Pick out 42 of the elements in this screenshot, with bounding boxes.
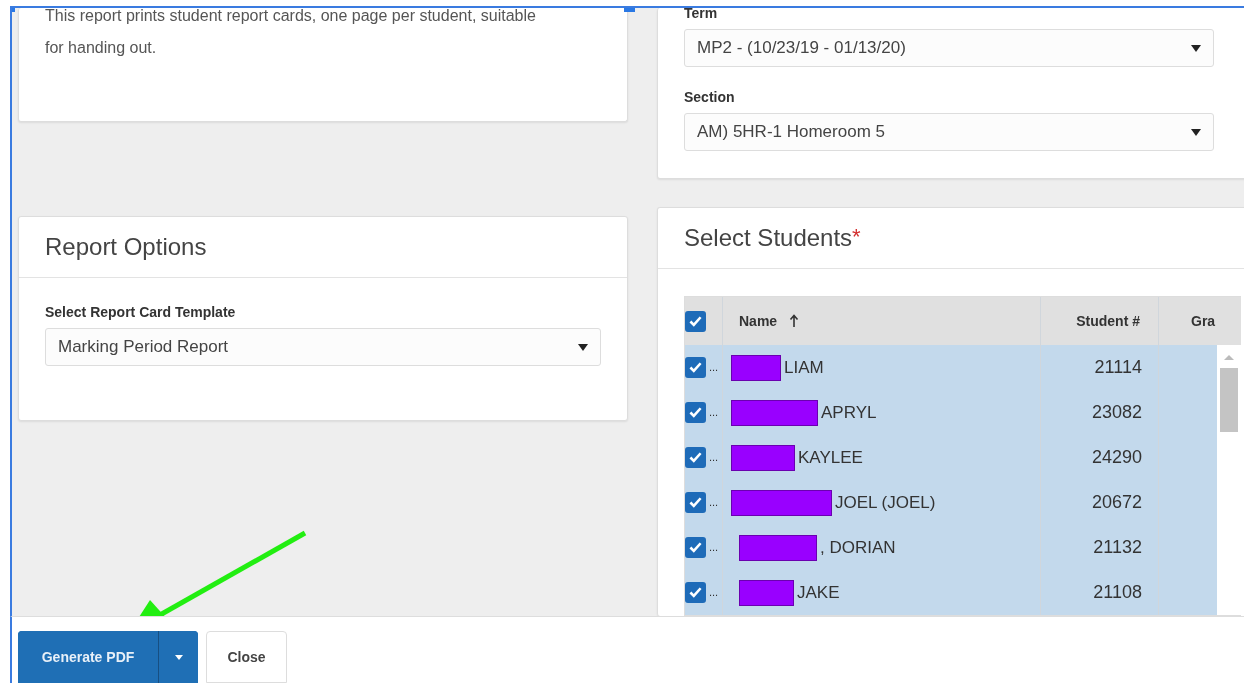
checkbox[interactable]	[685, 582, 706, 603]
truncated-cell: ...	[709, 452, 719, 463]
card-title: Select Students	[684, 224, 853, 252]
field-label: Term	[684, 8, 719, 21]
description-text: This report prints student report cards, one page per student, suitable for handing out.	[45, 8, 537, 58]
student-number: 21108	[1093, 582, 1142, 603]
close-button[interactable]: Close	[206, 631, 287, 683]
student-name: JOEL (JOEL)	[835, 492, 936, 513]
student-number: 23082	[1091, 402, 1142, 423]
student-number: 21114	[1094, 357, 1142, 378]
checkbox[interactable]	[685, 492, 706, 513]
template-dropdown[interactable]: Marking Period Report	[45, 328, 601, 366]
caret-icon	[1191, 128, 1201, 136]
checkbox[interactable]	[685, 357, 706, 378]
student-number: 21132	[1093, 537, 1142, 558]
required-mark: *	[852, 224, 861, 250]
student-number: 24290	[1091, 447, 1142, 468]
checkbox[interactable]	[685, 447, 706, 468]
truncated-cell: ...	[709, 362, 719, 373]
truncated-cell: ...	[709, 542, 719, 553]
student-name: APRYL	[821, 402, 877, 423]
caret-icon	[1191, 44, 1201, 52]
student-name: , DORIAN	[820, 537, 896, 558]
truncated-cell: ...	[709, 587, 719, 598]
checkbox[interactable]	[685, 310, 706, 332]
field-label: Select Report Card Template	[45, 304, 237, 320]
column-header[interactable]: Gra	[1159, 297, 1219, 345]
checkbox[interactable]	[685, 537, 706, 558]
checkbox[interactable]	[685, 402, 706, 423]
truncated-cell: ...	[709, 497, 719, 508]
truncated-cell: ...	[709, 407, 719, 418]
caret-icon	[174, 654, 183, 660]
field-label: Section	[684, 89, 736, 105]
caret-icon	[578, 343, 588, 351]
section-dropdown[interactable]: AM) 5HR-1 Homeroom 5	[684, 113, 1214, 151]
student-name: KAYLEE	[798, 447, 863, 468]
student-number: 20672	[1091, 492, 1142, 513]
scrollbar-thumb[interactable]	[1220, 368, 1238, 432]
student-name: LIAM	[784, 357, 824, 378]
term-dropdown[interactable]: MP2 - (10/23/19 - 01/13/20)	[684, 29, 1214, 67]
student-name: JAKE	[797, 582, 840, 603]
card-title: Report Options	[45, 233, 207, 261]
